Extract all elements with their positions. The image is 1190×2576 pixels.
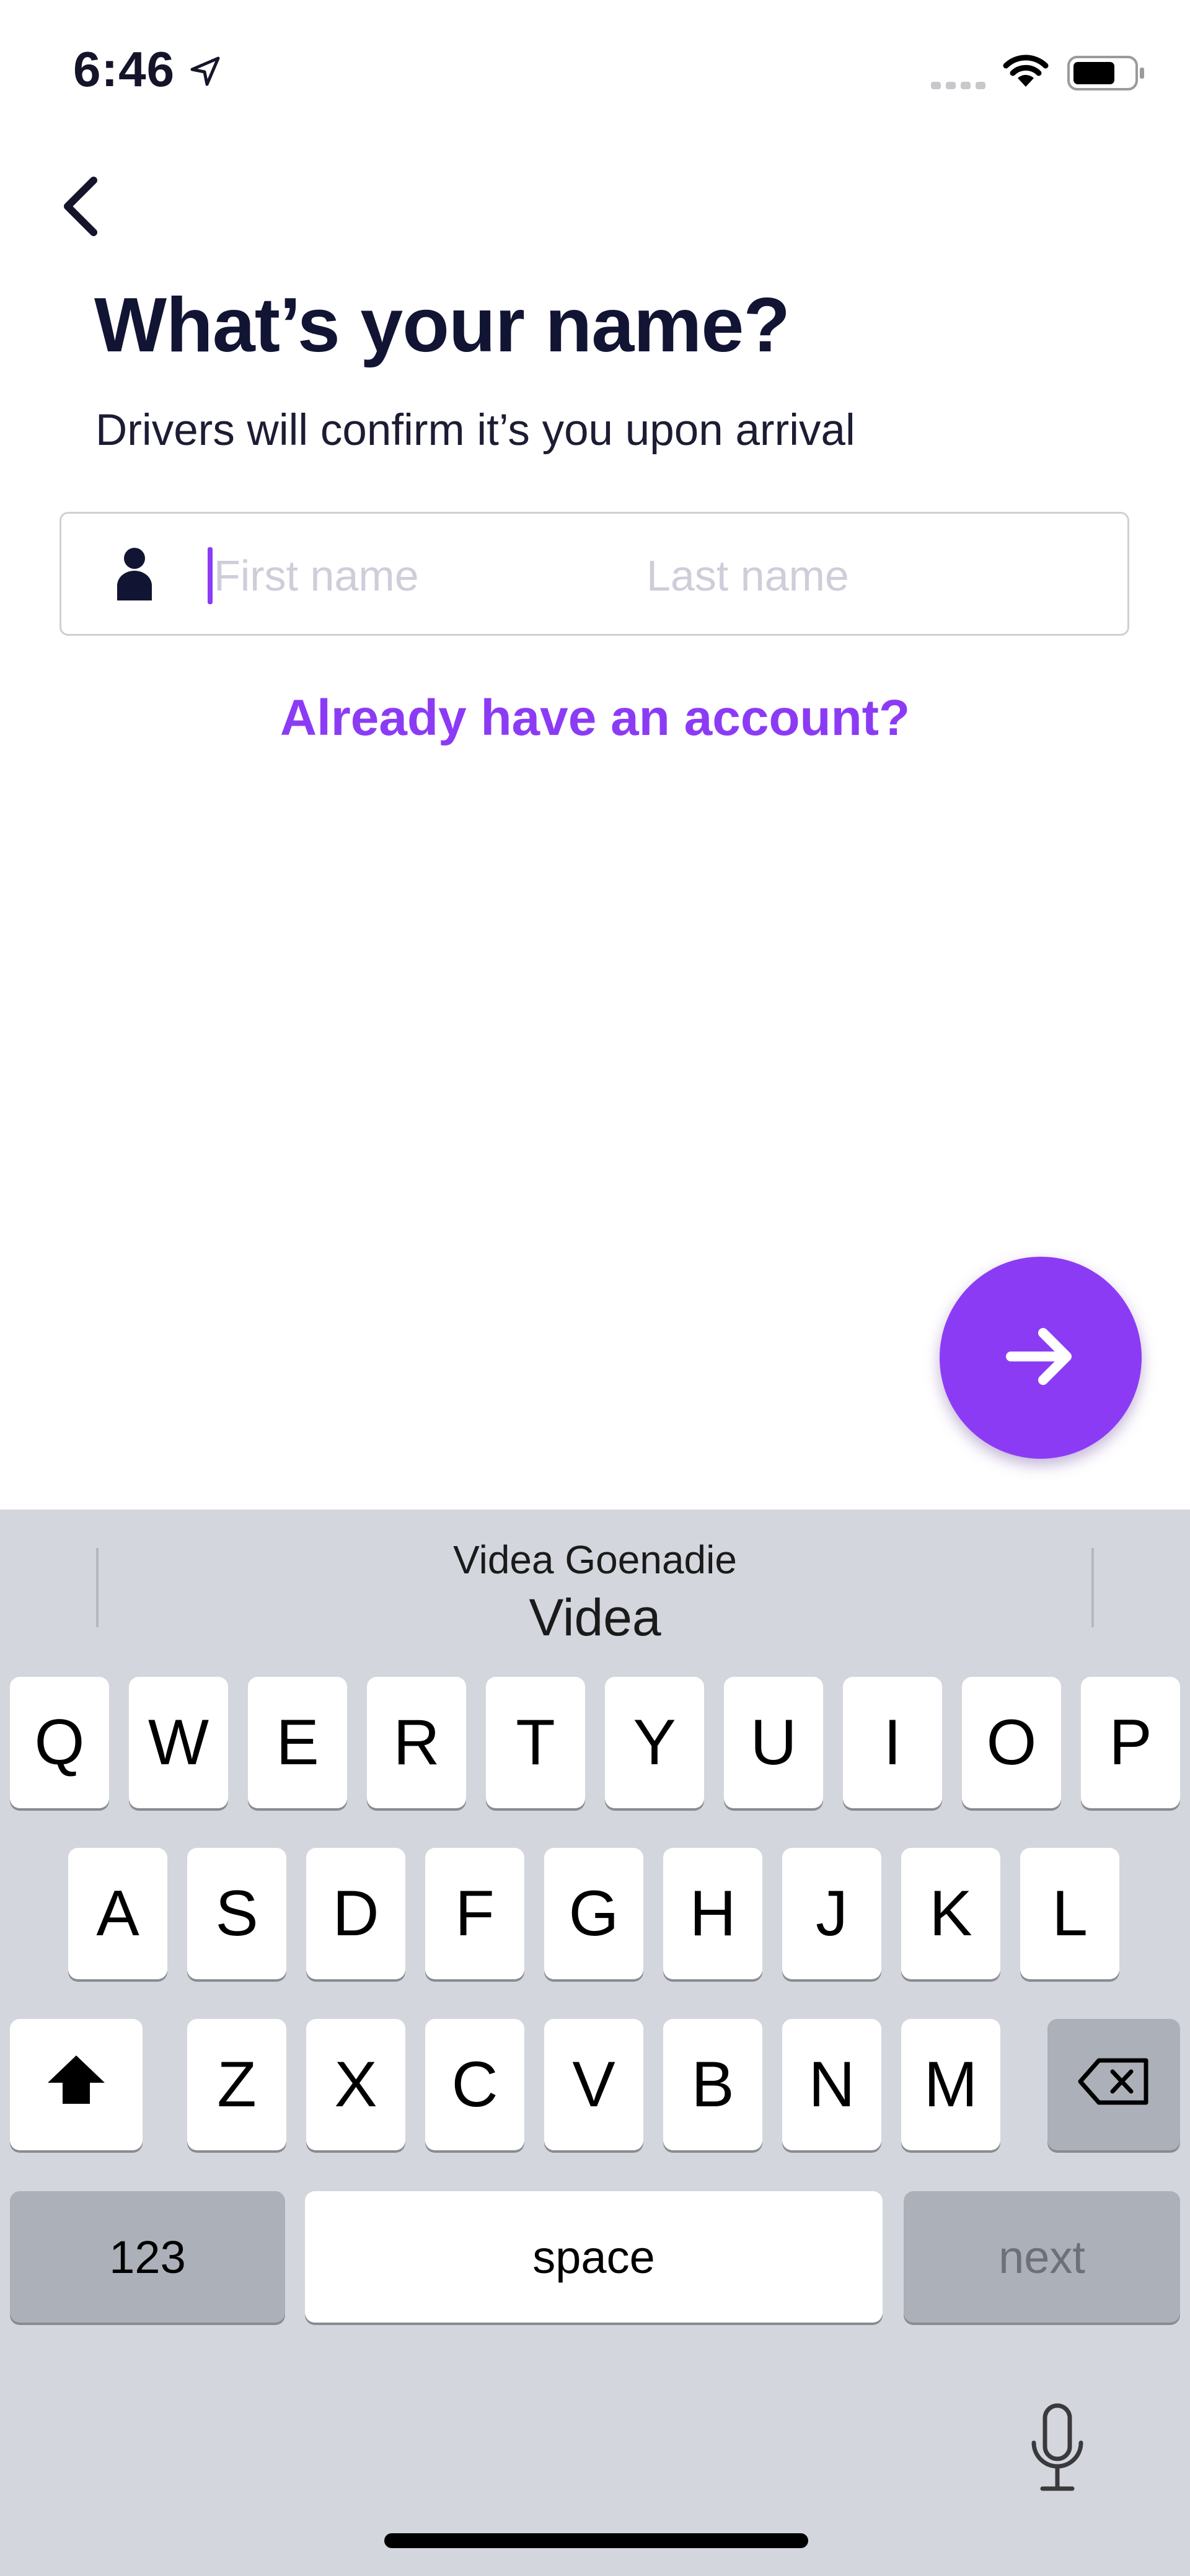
key-x[interactable]: X <box>306 2019 405 2150</box>
location-arrow-icon <box>190 56 221 90</box>
home-indicator <box>384 2533 808 2548</box>
battery-icon <box>1067 56 1145 94</box>
key-l[interactable]: L <box>1020 1848 1119 1979</box>
status-time: 6:46 <box>73 42 175 97</box>
numbers-key[interactable]: 123 <box>10 2191 285 2323</box>
key-m[interactable]: M <box>901 2019 1000 2150</box>
shift-key[interactable] <box>10 2019 143 2150</box>
page-title: What’s your name? <box>94 283 790 368</box>
key-w[interactable]: W <box>129 1677 228 1808</box>
next-button[interactable] <box>940 1257 1142 1459</box>
key-p[interactable]: P <box>1081 1677 1180 1808</box>
next-key[interactable]: next <box>904 2191 1180 2323</box>
key-a[interactable]: A <box>68 1848 167 1979</box>
shift-icon <box>45 2048 107 2122</box>
status-bar: 6:46 <box>0 0 1190 143</box>
key-k[interactable]: K <box>901 1848 1000 1979</box>
key-u[interactable]: U <box>724 1677 823 1808</box>
key-t[interactable]: T <box>486 1677 585 1808</box>
key-g[interactable]: G <box>544 1848 643 1979</box>
name-field[interactable] <box>60 512 1129 636</box>
key-f[interactable]: F <box>425 1848 524 1979</box>
text-cursor <box>208 547 213 604</box>
key-e[interactable]: E <box>248 1677 347 1808</box>
keyboard: Videa Goenadie Videa Q W E R T Y U I O P… <box>0 1510 1190 2576</box>
key-q[interactable]: Q <box>10 1677 109 1808</box>
suggestion-detail: Videa Goenadie <box>453 1537 737 1582</box>
key-d[interactable]: D <box>306 1848 405 1979</box>
wifi-icon <box>1002 52 1050 92</box>
key-z[interactable]: Z <box>187 2019 286 2150</box>
key-j[interactable]: J <box>782 1848 881 1979</box>
key-y[interactable]: Y <box>605 1677 704 1808</box>
key-s[interactable]: S <box>187 1848 286 1979</box>
key-b[interactable]: B <box>663 2019 762 2150</box>
key-r[interactable]: R <box>367 1677 466 1808</box>
key-o[interactable]: O <box>962 1677 1061 1808</box>
microphone-icon[interactable] <box>1026 2402 1088 2498</box>
chevron-left-icon <box>59 175 102 240</box>
suggestion-word[interactable]: Videa <box>0 1588 1190 1648</box>
delete-key[interactable] <box>1047 2019 1180 2150</box>
person-icon <box>116 547 153 604</box>
delete-icon <box>1077 2048 1151 2122</box>
key-v[interactable]: V <box>544 2019 643 2150</box>
back-button[interactable] <box>43 167 118 248</box>
key-i[interactable]: I <box>843 1677 942 1808</box>
space-key[interactable]: space <box>305 2191 883 2323</box>
already-have-account-link[interactable]: Already have an account? <box>0 689 1190 747</box>
key-n[interactable]: N <box>782 2019 881 2150</box>
suggestion-bar: Videa Goenadie Videa <box>0 1510 1190 1658</box>
page-subtitle: Drivers will confirm it’s you upon arriv… <box>95 406 855 455</box>
first-name-input[interactable] <box>214 538 610 613</box>
cellular-signal-icon <box>931 78 988 94</box>
key-h[interactable]: H <box>663 1848 762 1979</box>
last-name-input[interactable] <box>646 538 1093 613</box>
arrow-right-icon <box>1005 1325 1077 1391</box>
key-c[interactable]: C <box>425 2019 524 2150</box>
